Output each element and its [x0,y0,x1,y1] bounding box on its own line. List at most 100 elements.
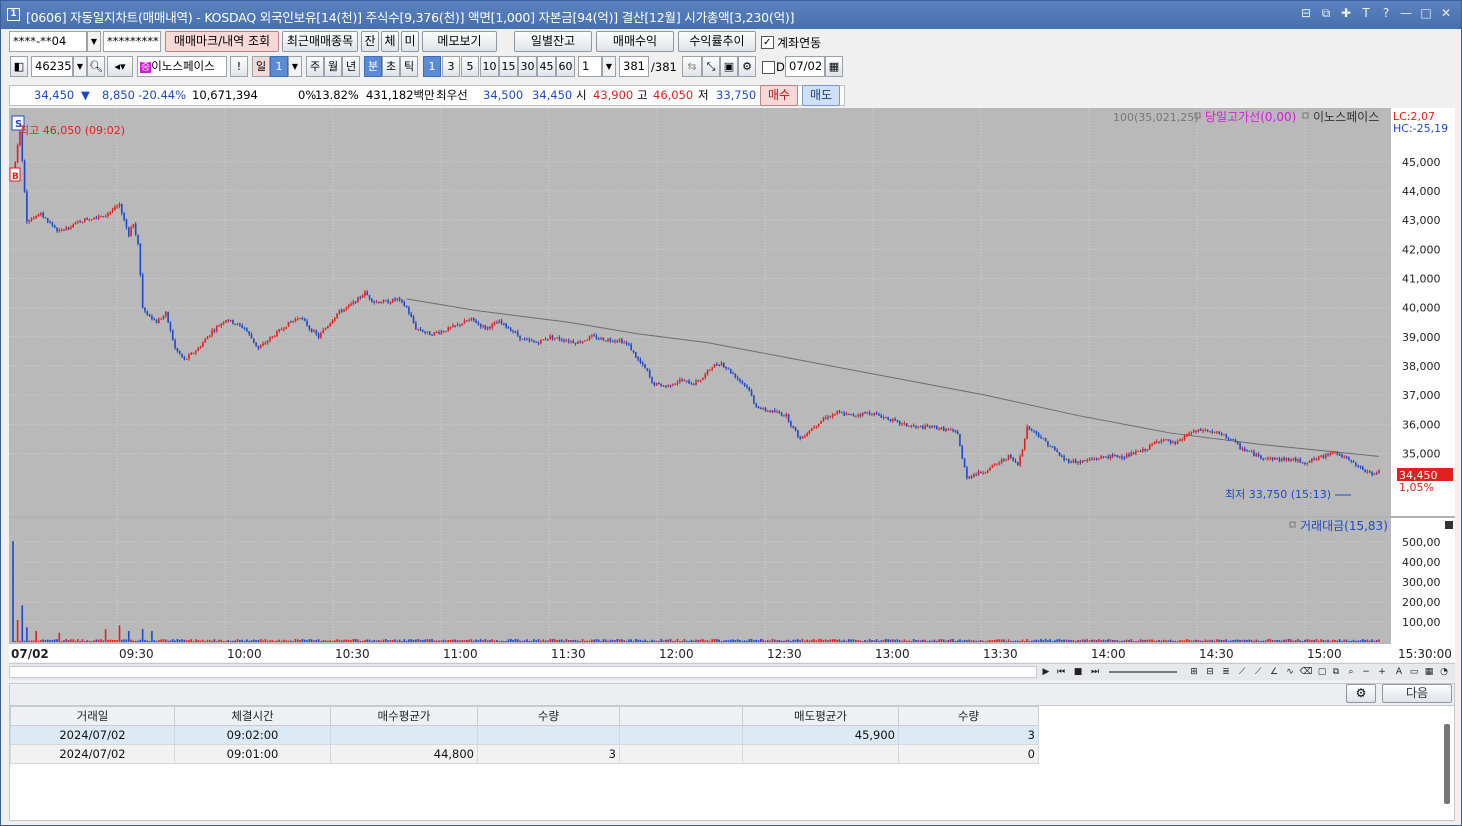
layout-3-icon[interactable]: ▦ [1422,665,1436,679]
layout-icon[interactable]: ⊟ [1299,6,1313,21]
settings-small-icon[interactable]: ◔ [1437,665,1451,679]
code-dropdown-icon[interactable]: ▼ [73,56,87,77]
col-buy-qty[interactable]: 수량 [477,706,620,726]
copy-icon[interactable]: ⧉ [1329,665,1343,679]
sell-button[interactable]: 매도 [802,85,840,106]
col-buy-avg[interactable]: 매수평균가 [330,706,478,726]
stock-name-field[interactable]: 중이노스페이스 [137,56,227,77]
profit-rate-button[interactable]: 수익률추이 [678,31,756,52]
period-minute[interactable]: 분 [364,56,382,77]
screen-icon[interactable]: ▭ [1407,665,1421,679]
minute-10[interactable]: 10 [480,56,499,77]
draw-line-icon[interactable]: ⟋ [1235,665,1249,679]
col-sell-avg[interactable]: 매도평균가 [742,706,899,726]
text-tool-icon[interactable]: A [1392,665,1406,679]
font-size-icon[interactable]: T [1359,6,1373,21]
trade-mark-query-button[interactable]: 매매마크/내역 조회 [165,31,279,52]
day-count-dropdown-icon[interactable]: ▼ [288,56,302,77]
col-sell-qty[interactable]: 수량 [898,706,1039,726]
unfilled-button[interactable]: 미 [401,31,419,52]
minute-45[interactable]: 45 [537,56,556,77]
minute-30[interactable]: 30 [518,56,537,77]
memo-button[interactable]: 메모보기 [422,31,497,52]
copy-window-icon[interactable]: ⧉ [1319,6,1333,21]
volume-bar [1192,640,1195,642]
stock-code-input[interactable]: 462350 [31,56,73,77]
period-second[interactable]: 초 [382,56,400,77]
minute-5[interactable]: 5 [461,56,479,77]
angle-icon[interactable]: ∠ [1267,665,1281,679]
warning-button[interactable]: ! [230,56,248,77]
box-icon[interactable]: ▢ [1315,665,1329,679]
fast-forward-icon[interactable]: ⏭ [1088,665,1102,679]
scroll-right-icon[interactable]: ▶ [1039,665,1053,679]
stop-icon[interactable]: ■ [1071,665,1085,679]
col-trade-date[interactable]: 거래일 [10,706,175,726]
buy-button[interactable]: 매수 [760,85,798,106]
zoom-icon[interactable]: ⌕ [1344,665,1358,679]
next-button[interactable]: 다음 [1382,684,1452,703]
account-dropdown-icon[interactable]: ▼ [87,31,101,52]
chart-svg[interactable]: 45,000 44,000 43,000 42,000 41,000 40,000 39,0… [9,108,1455,662]
layout-1-icon[interactable]: ⊞ [1187,665,1201,679]
volume-bar [51,640,54,642]
table-settings-icon[interactable]: ⚙ [1346,684,1376,703]
chart-area[interactable]: 45,000 44,000 43,000 42,000 41,000 40,000 39,0… [9,108,1455,662]
bar-count-input[interactable]: 381 [619,56,649,77]
title-bar[interactable]: 1 [0606] 자동일지차트(매매내역) - KOSDAQ 외국인보유[14(… [1,1,1461,29]
period-year[interactable]: 년 [342,56,360,77]
zoom-in-icon[interactable]: + [1375,665,1389,679]
password-field[interactable]: ********* [103,31,161,52]
interval-dropdown-icon[interactable]: ▼ [602,56,616,77]
search-icon[interactable]: 🔍︎ [87,56,105,77]
period-day[interactable]: 일 [252,56,270,77]
minute-60[interactable]: 60 [556,56,575,77]
minimize-icon[interactable]: — [1399,6,1413,21]
help-icon[interactable]: ? [1379,6,1393,21]
erase-icon[interactable]: ⌫ [1299,665,1313,679]
sound-icon[interactable]: ◂▾ [107,56,133,77]
trade-profit-button[interactable]: 매매수익 [596,31,674,52]
panel-close-icon[interactable] [1445,521,1453,529]
table-row[interactable]: 2024/07/02 09:02:00 45,900 3 [10,725,1039,745]
maximize-icon[interactable]: □ [1419,6,1433,21]
account-select[interactable]: ****-**04 [9,31,87,52]
account-link-checkbox[interactable]: ✓ [761,36,774,49]
rewind-icon[interactable]: ⏮ [1054,665,1068,679]
gear-icon[interactable]: ⚙ [738,56,756,77]
minute-3[interactable]: 3 [442,56,460,77]
period-week[interactable]: 주 [306,56,324,77]
layout-2-icon[interactable]: ⊟ [1203,665,1217,679]
table-scrollbar[interactable] [1444,724,1450,804]
recent-trades-button[interactable]: 최근매매종목 [282,31,358,52]
close-icon[interactable]: ✕ [1439,6,1453,21]
interval-select[interactable]: 1 [578,56,602,77]
trend-icon[interactable]: ⟋ [1251,665,1265,679]
period-tick[interactable]: 틱 [400,56,418,77]
save-icon[interactable]: ▣ [720,56,738,77]
zoom-out-icon[interactable]: − [1359,665,1373,679]
volume-bar [1123,640,1126,642]
calendar-icon[interactable]: ▦ [825,56,843,77]
candle-body [787,414,790,422]
daily-balance-button[interactable]: 일별잔고 [514,31,592,52]
table-row[interactable]: 2024/07/02 09:01:00 44,800 3 0 [10,744,1039,764]
indicator-icon[interactable]: ≣ [1219,665,1233,679]
tool-icon[interactable]: ⤡ [702,56,720,77]
executed-button[interactable]: 체 [381,31,399,52]
date-input[interactable]: 07/02 [785,56,825,77]
col-exec-time[interactable]: 체결시간 [174,706,331,726]
minute-15[interactable]: 15 [499,56,518,77]
d-checkbox[interactable] [762,61,775,74]
period-month[interactable]: 월 [324,56,342,77]
volume-bar [993,640,996,642]
chart-type-icon[interactable]: ◧ [10,56,28,77]
minute-1[interactable]: 1 [423,56,441,77]
chart-scrollbar[interactable] [9,666,1037,678]
zoom-slider[interactable] [1109,671,1177,673]
balance-button[interactable]: 잔 [361,31,379,52]
compare-icon[interactable]: ⇆ [682,56,702,77]
pin-icon[interactable]: ✚ [1339,6,1353,21]
wave-icon[interactable]: ∿ [1283,665,1297,679]
day-count[interactable]: 1 [270,56,288,77]
